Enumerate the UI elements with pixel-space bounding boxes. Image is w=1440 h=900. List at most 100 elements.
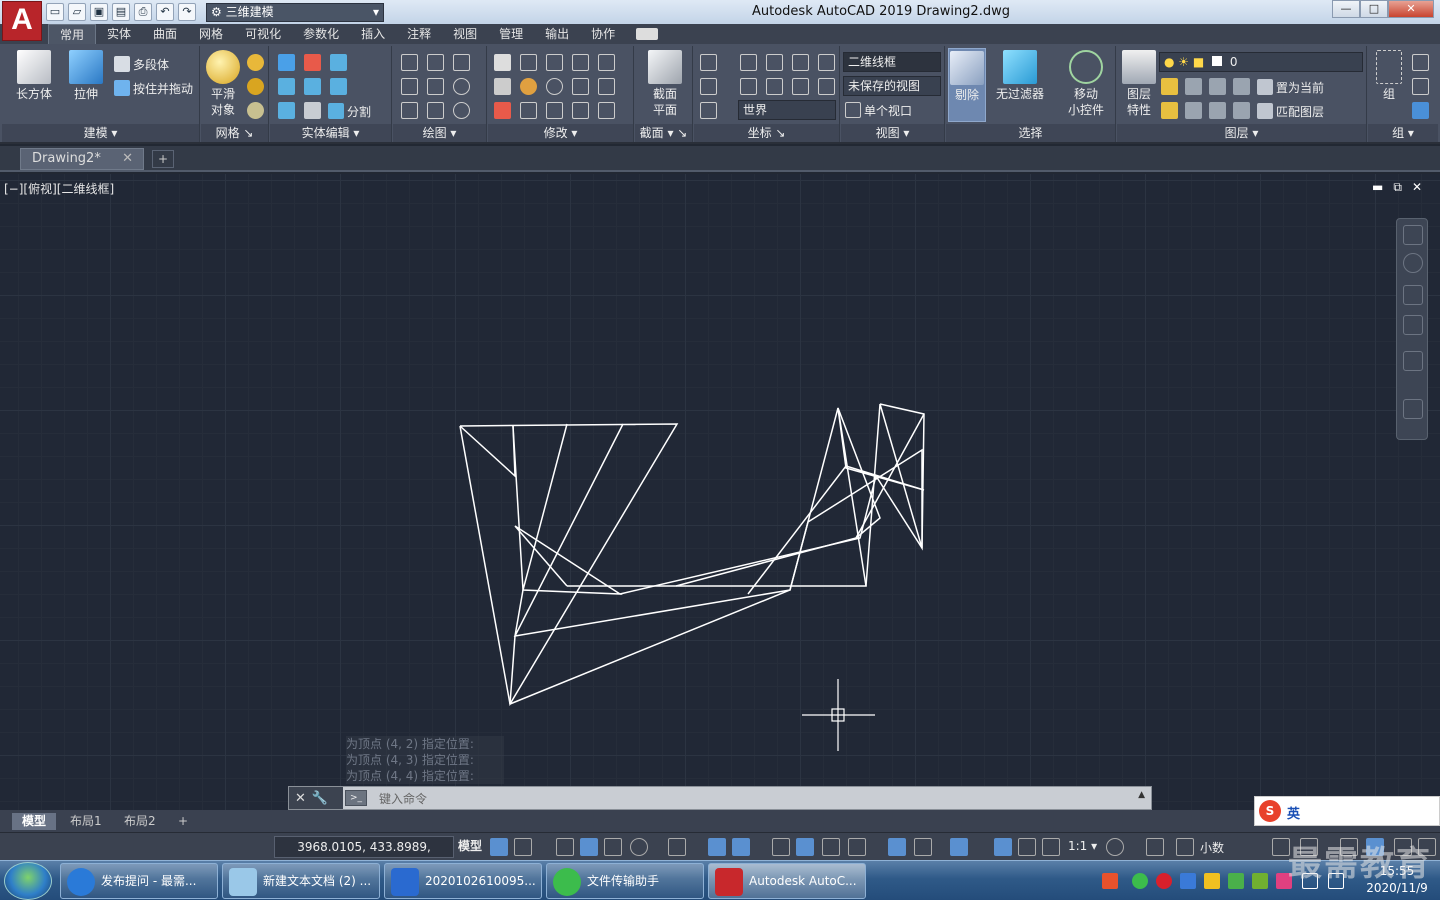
layer-dropdown[interactable]: ● ☀ ■ 0: [1159, 52, 1363, 72]
tab-solid[interactable]: 实体: [96, 24, 142, 44]
ucs-origin-icon[interactable]: [700, 78, 717, 95]
minimize-button[interactable]: —: [1332, 0, 1360, 18]
polygon-icon[interactable]: [401, 102, 418, 119]
units-dropdown[interactable]: 小数: [1200, 839, 1224, 856]
command-input[interactable]: 键入命令: [379, 790, 427, 807]
3d-osnap-icon[interactable]: [848, 838, 866, 856]
layer-unisolate-icon[interactable]: [1185, 102, 1202, 119]
polysolid-button[interactable]: 多段体: [114, 54, 169, 74]
visual-style-dropdown[interactable]: 二维线框: [843, 52, 941, 72]
line-icon[interactable]: [427, 78, 444, 95]
annotation-scale-icon[interactable]: [1042, 838, 1060, 856]
gizmo-icon[interactable]: [950, 838, 968, 856]
taskbar-item-wps[interactable]: 2020102610095...: [384, 863, 542, 899]
taskbar-item-ie[interactable]: 发布提问 - 最需...: [60, 863, 218, 899]
layer-off-icon[interactable]: [1161, 78, 1178, 95]
trim-icon[interactable]: [598, 54, 615, 71]
ucs-x-icon[interactable]: [766, 54, 783, 71]
print-icon[interactable]: ⎙: [134, 3, 152, 21]
recent-commands-icon[interactable]: >_: [345, 790, 367, 806]
offset-icon[interactable]: [572, 102, 589, 119]
ungroup-icon[interactable]: [1412, 54, 1429, 71]
tab-view[interactable]: 视图: [442, 24, 488, 44]
panel-title-draw[interactable]: 绘图 ▾: [393, 124, 486, 142]
ucs-y-icon[interactable]: [792, 54, 809, 71]
no-filter-button[interactable]: 无过滤器: [994, 50, 1046, 102]
undo-icon[interactable]: ↶: [156, 3, 174, 21]
tab-home[interactable]: 常用: [48, 24, 97, 44]
drawing-viewport[interactable]: [−][俯视][二维线框] ▬ ⧉ ✕ 为顶点 (4, 2) 指定位置: 为顶点…: [0, 174, 1440, 810]
polyline-icon[interactable]: [401, 54, 418, 71]
interfere-icon[interactable]: [278, 78, 295, 95]
mesh-uncrease-icon[interactable]: [247, 102, 264, 119]
selection-filter-icon[interactable]: [914, 838, 932, 856]
tab-insert[interactable]: 插入: [350, 24, 396, 44]
close-button[interactable]: ✕: [1388, 0, 1434, 18]
ucs-icon[interactable]: [700, 54, 717, 71]
ellipse-icon[interactable]: [453, 102, 470, 119]
ucs-face-icon[interactable]: [700, 102, 717, 119]
infer-constraints-icon[interactable]: [556, 838, 574, 856]
annotation-visibility-icon[interactable]: [994, 838, 1012, 856]
layer-isolate-icon[interactable]: [1185, 78, 1202, 95]
viewport-config-button[interactable]: 单个视口: [845, 100, 912, 120]
3d-mirror-icon[interactable]: [520, 102, 537, 119]
layer-freeze-icon[interactable]: [1209, 78, 1226, 95]
snap-icon[interactable]: [514, 838, 532, 856]
ortho-icon[interactable]: [604, 838, 622, 856]
rectangle-icon[interactable]: [427, 102, 444, 119]
separate-button[interactable]: 分割: [328, 101, 371, 121]
ucs-object-icon[interactable]: [818, 78, 835, 95]
panel-title-modify[interactable]: 修改 ▾: [488, 124, 633, 142]
new-tab-button[interactable]: +: [152, 150, 174, 168]
wrench-icon[interactable]: 🔧: [312, 791, 328, 806]
redo-icon[interactable]: ↷: [178, 3, 196, 21]
smooth-object-button[interactable]: 平滑 对象: [205, 50, 241, 118]
panel-title-mesh[interactable]: 网格 ↘: [201, 124, 268, 142]
transparency-icon[interactable]: [796, 838, 814, 856]
add-layout-button[interactable]: +: [168, 813, 198, 830]
group-button[interactable]: 组: [1372, 50, 1406, 102]
tab-output[interactable]: 输出: [534, 24, 580, 44]
sogou-tray-icon[interactable]: [1102, 873, 1118, 889]
imprint-icon[interactable]: [304, 102, 321, 119]
move-gizmo-button[interactable]: 移动 小控件: [1062, 50, 1110, 118]
taskbar-item-notepad[interactable]: 新建文本文档 (2) ...: [222, 863, 380, 899]
scale-icon[interactable]: [572, 78, 589, 95]
named-view-dropdown[interactable]: 未保存的视图: [843, 76, 941, 96]
tab-model[interactable]: 模型: [12, 813, 57, 830]
fillet-icon[interactable]: [598, 78, 615, 95]
taskbar-item-wechat[interactable]: 文件传输助手: [546, 863, 704, 899]
box-button[interactable]: 长方体: [12, 50, 56, 102]
thicken-icon[interactable]: [330, 78, 347, 95]
ribbon-extra-icon[interactable]: [636, 28, 659, 40]
tab-visualize[interactable]: 可视化: [234, 24, 292, 44]
stretch-icon[interactable]: [546, 102, 563, 119]
dynamic-input-icon[interactable]: [580, 838, 598, 856]
selection-cycling-icon[interactable]: [822, 838, 840, 856]
model-space-button[interactable]: 模型: [458, 837, 482, 854]
application-menu-button[interactable]: A: [2, 1, 42, 41]
layer-properties-button[interactable]: 图层 特性: [1121, 50, 1157, 118]
move-icon[interactable]: [546, 54, 563, 71]
tab-manage[interactable]: 管理: [488, 24, 534, 44]
intersect-icon[interactable]: [330, 54, 347, 71]
extract-edges-icon[interactable]: [278, 102, 295, 119]
spline-icon[interactable]: [401, 78, 418, 95]
tab-collaborate[interactable]: 协作: [580, 24, 626, 44]
tab-layout2[interactable]: 布局2: [114, 813, 166, 830]
ucs-z-icon[interactable]: [818, 54, 835, 71]
mirror-icon[interactable]: [494, 54, 511, 71]
union-icon[interactable]: [278, 54, 295, 71]
annotation-monitor-icon[interactable]: [1146, 838, 1164, 856]
close-icon[interactable]: ✕: [122, 149, 133, 169]
3dpolyline-icon[interactable]: [427, 54, 444, 71]
match-layer-button[interactable]: 匹配图层: [1257, 101, 1324, 121]
subtract-icon[interactable]: [304, 54, 321, 71]
group-edit-icon[interactable]: [1412, 78, 1429, 95]
panel-title-layers[interactable]: 图层 ▾: [1117, 124, 1366, 142]
panel-title-modeling[interactable]: 建模 ▾: [2, 124, 199, 142]
extrude-button[interactable]: 拉伸: [64, 50, 108, 102]
workspace-dropdown[interactable]: ⚙ 三维建模 ▾: [206, 2, 384, 22]
security-tray-icon[interactable]: [1180, 873, 1196, 889]
